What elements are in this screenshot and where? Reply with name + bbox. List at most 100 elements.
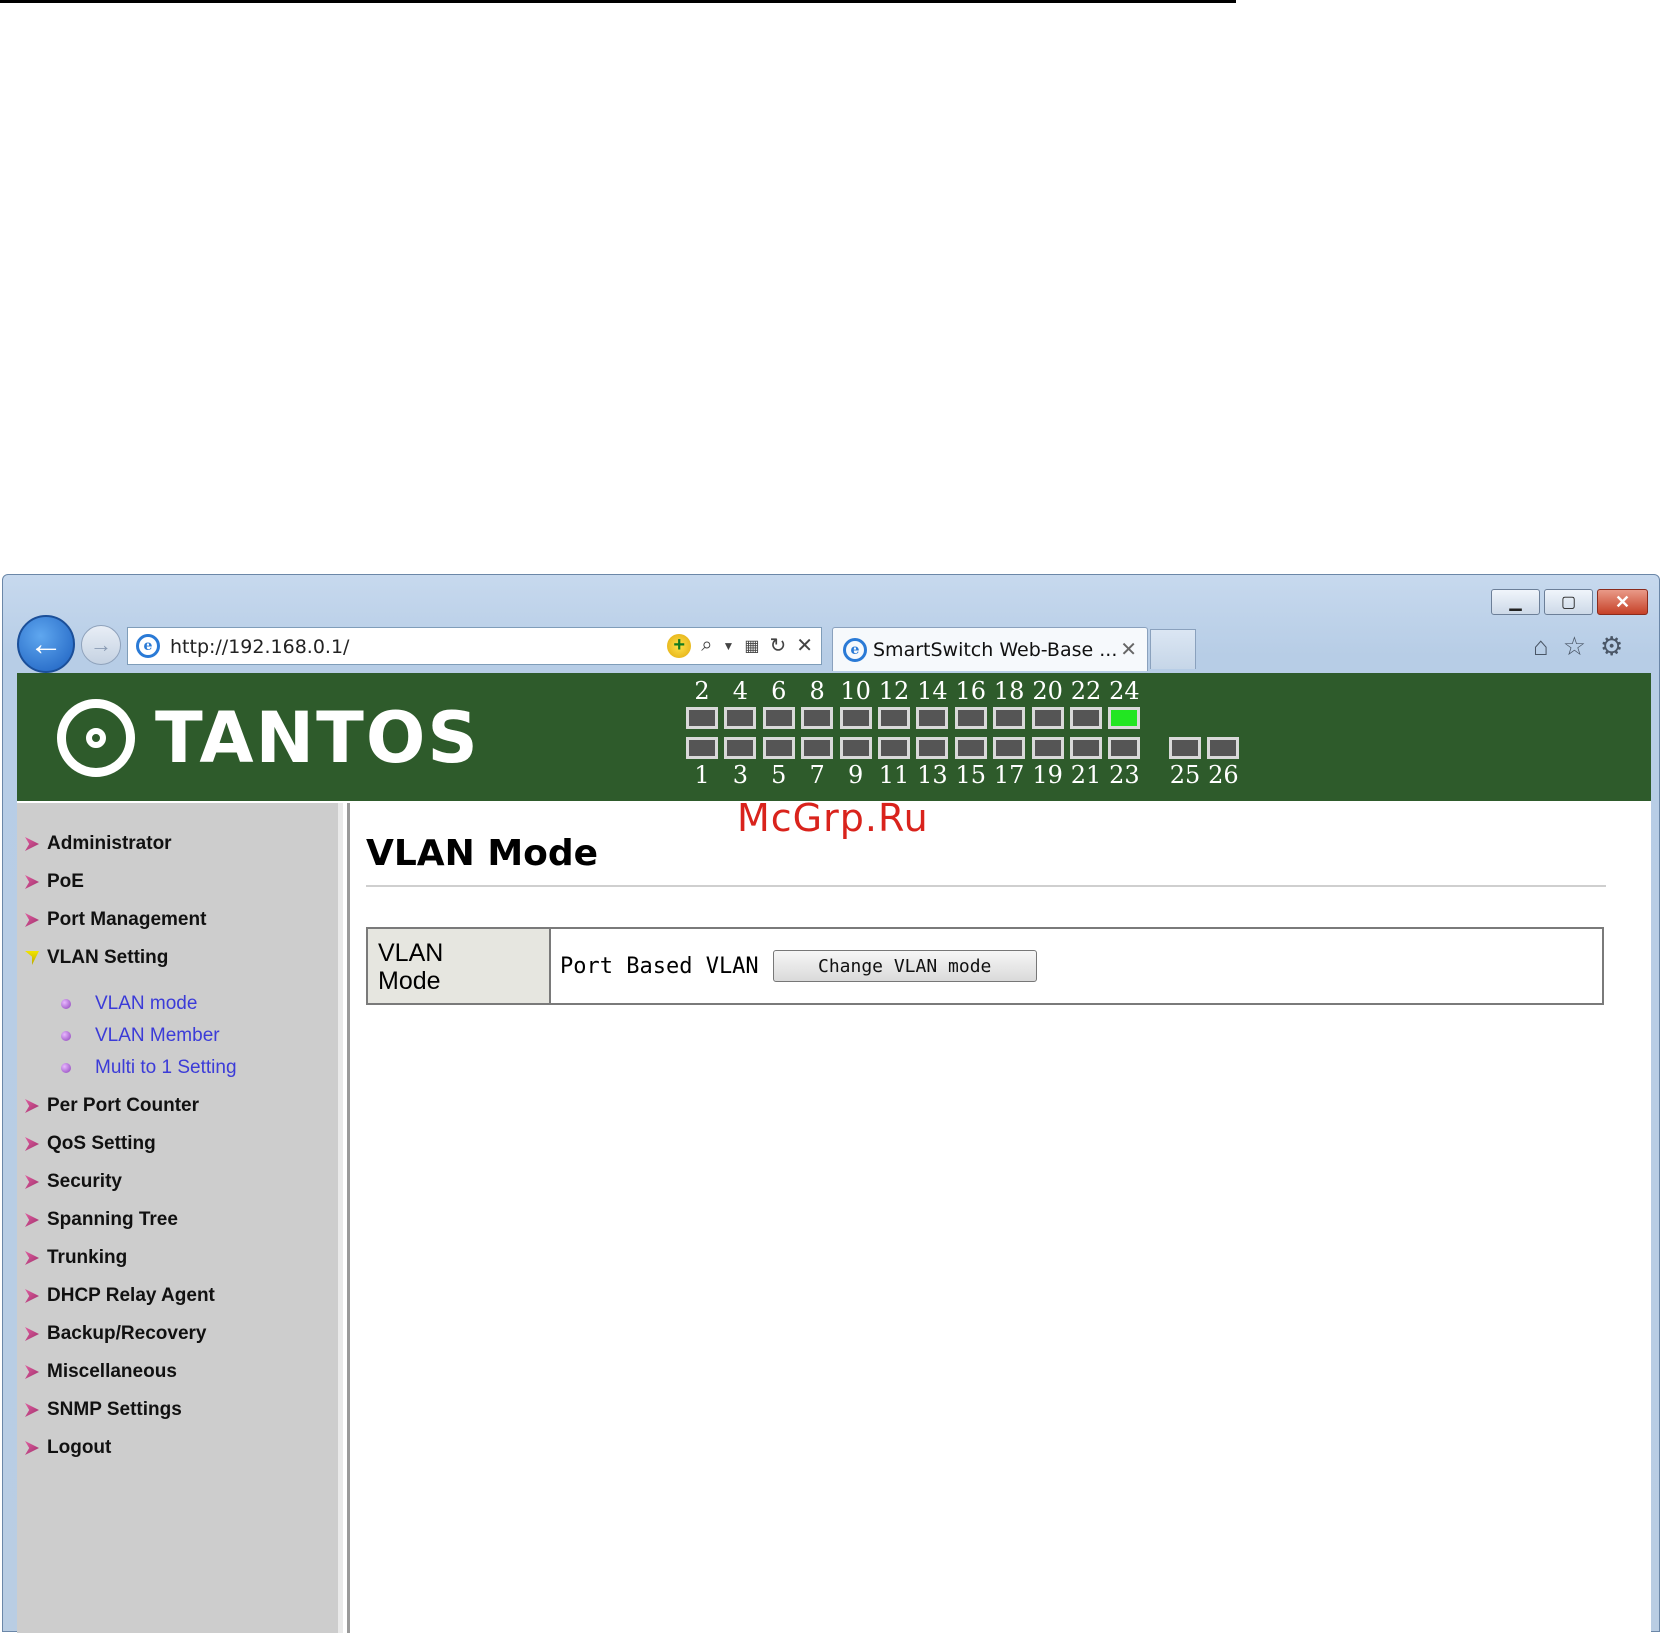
back-button[interactable]: ← xyxy=(17,615,75,673)
port-7-indicator[interactable] xyxy=(801,737,834,759)
browser-tab[interactable]: e SmartSwitch Web-Base ... ✕ xyxy=(832,627,1148,671)
vlan-mode-value: Port Based VLAN xyxy=(560,953,759,979)
port-2-indicator[interactable] xyxy=(686,707,718,729)
ie-tab-icon: e xyxy=(843,638,867,662)
sidebar-item-dhcp-relay-agent[interactable]: DHCP Relay Agent xyxy=(25,1285,215,1307)
sidebar-item-poe[interactable]: PoE xyxy=(25,871,84,893)
port-11-indicator[interactable] xyxy=(878,737,910,759)
watermark: McGrp.Ru xyxy=(737,796,929,840)
stop-icon[interactable]: ✕ xyxy=(796,633,813,658)
port-9-indicator[interactable] xyxy=(839,737,872,759)
arrow-icon xyxy=(25,875,39,889)
arrow-icon xyxy=(25,1137,39,1151)
sidebar-item-label: Per Port Counter xyxy=(47,1095,200,1116)
port-19-indicator[interactable] xyxy=(1031,737,1064,759)
sidebar-item-port-management[interactable]: Port Management xyxy=(25,909,206,931)
port-12-indicator[interactable] xyxy=(878,707,910,729)
port-4-indicator[interactable] xyxy=(724,707,757,729)
bullet-icon xyxy=(61,999,71,1009)
dropdown-icon[interactable]: ▼ xyxy=(722,639,734,653)
minimize-button[interactable]: ▁ xyxy=(1491,589,1540,615)
port-26-indicator[interactable] xyxy=(1207,737,1240,759)
sidebar-item-label: VLAN Setting xyxy=(47,947,169,968)
sidebar-item-snmp-settings[interactable]: SNMP Settings xyxy=(25,1399,182,1421)
sidebar-subitem-label: VLAN Member xyxy=(95,1025,220,1046)
port-19-label: 19 xyxy=(1032,761,1063,789)
port-24-indicator[interactable] xyxy=(1108,707,1141,729)
forward-button[interactable]: → xyxy=(81,625,121,665)
maximize-button[interactable]: ▢ xyxy=(1544,589,1593,615)
ie-page-icon: e xyxy=(136,634,160,658)
sidebar-item-trunking[interactable]: Trunking xyxy=(25,1247,127,1269)
port-14-label: 14 xyxy=(917,677,948,705)
sidebar-item-miscellaneous[interactable]: Miscellaneous xyxy=(25,1361,177,1383)
sidebar-subitem-vlan-member[interactable]: VLAN Member xyxy=(61,1025,220,1047)
address-url[interactable]: http://192.168.0.1/ xyxy=(170,636,349,658)
compat-view-icon[interactable]: ▦ xyxy=(744,636,759,656)
sidebar-subitem-label: VLAN mode xyxy=(95,993,198,1014)
sidebar-item-label: PoE xyxy=(47,871,84,892)
port-8-indicator[interactable] xyxy=(801,707,834,729)
sidebar-item-administrator[interactable]: Administrator xyxy=(25,833,172,855)
port-20-label: 20 xyxy=(1032,677,1063,705)
sidebar-item-spanning-tree[interactable]: Spanning Tree xyxy=(25,1209,178,1231)
sidebar-item-label: Administrator xyxy=(47,833,172,854)
sidebar-item-security[interactable]: Security xyxy=(25,1171,122,1193)
sidebar-item-label: Logout xyxy=(47,1437,112,1458)
address-bar[interactable]: e http://192.168.0.1/ + ⌕ ▼ ▦ ↻ ✕ xyxy=(127,627,822,665)
port-22-indicator[interactable] xyxy=(1070,707,1102,729)
close-icon: ✕ xyxy=(1614,591,1631,612)
bullet-icon xyxy=(61,1031,71,1041)
sidebar-item-per-port-counter[interactable]: Per Port Counter xyxy=(25,1095,199,1117)
port-4-label: 4 xyxy=(732,677,749,705)
port-25-label: 25 xyxy=(1169,761,1201,789)
sidebar-item-label: QoS Setting xyxy=(47,1133,156,1154)
port-3-indicator[interactable] xyxy=(724,737,757,759)
port-22-label: 22 xyxy=(1070,677,1102,705)
port-13-indicator[interactable] xyxy=(916,737,949,759)
port-10-indicator[interactable] xyxy=(839,707,872,729)
port-9-label: 9 xyxy=(847,761,864,789)
port-5-indicator[interactable] xyxy=(762,737,795,759)
port-14-indicator[interactable] xyxy=(916,707,949,729)
port-7-label: 7 xyxy=(809,761,825,789)
gear-icon[interactable]: ⚙ xyxy=(1600,631,1623,662)
port-6-indicator[interactable] xyxy=(762,707,795,729)
sidebar-item-backup-recovery[interactable]: Backup/Recovery xyxy=(25,1323,206,1345)
favorites-star-icon[interactable]: ☆ xyxy=(1563,631,1586,662)
top-rule xyxy=(0,0,1236,3)
port-16-indicator[interactable] xyxy=(954,707,987,729)
close-window-button[interactable]: ✕ xyxy=(1597,589,1648,615)
port-13-label: 13 xyxy=(917,761,948,789)
port-2-label: 2 xyxy=(694,677,710,705)
sidebar-item-vlan-setting[interactable]: VLAN Setting xyxy=(25,947,168,969)
arrow-icon xyxy=(25,913,39,927)
refresh-icon[interactable]: ↻ xyxy=(769,633,786,658)
arrow-icon xyxy=(25,1365,39,1379)
tab-close-icon[interactable]: ✕ xyxy=(1120,637,1137,662)
port-25-indicator[interactable] xyxy=(1169,737,1201,759)
port-17-indicator[interactable] xyxy=(993,737,1026,759)
port-18-indicator[interactable] xyxy=(993,707,1026,729)
arrow-icon xyxy=(25,1403,39,1417)
tab-title: SmartSwitch Web-Base ... xyxy=(873,639,1118,661)
sidebar-item-qos-setting[interactable]: QoS Setting xyxy=(25,1133,156,1155)
port-23-indicator[interactable] xyxy=(1108,737,1141,759)
port-20-indicator[interactable] xyxy=(1031,707,1064,729)
sidebar-item-label: Spanning Tree xyxy=(47,1209,178,1230)
maximize-icon: ▢ xyxy=(1560,594,1577,611)
home-icon[interactable]: ⌂ xyxy=(1533,631,1549,662)
port-21-indicator[interactable] xyxy=(1070,737,1102,759)
search-icon[interactable]: ⌕ xyxy=(701,634,712,657)
sidebar-subitem-vlan-mode[interactable]: VLAN mode xyxy=(61,993,197,1015)
sidebar-item-label: DHCP Relay Agent xyxy=(47,1285,215,1306)
sidebar-subitem-multi-to-1-setting[interactable]: Multi to 1 Setting xyxy=(61,1057,237,1079)
port-15-indicator[interactable] xyxy=(954,737,987,759)
new-tab-button[interactable] xyxy=(1150,629,1196,669)
port-1-indicator[interactable] xyxy=(686,737,718,759)
sidebar-item-logout[interactable]: Logout xyxy=(25,1437,111,1459)
change-vlan-mode-button[interactable]: Change VLAN mode xyxy=(772,950,1037,982)
compatibility-icon[interactable]: + xyxy=(667,633,692,658)
address-tools: + ⌕ ▼ ▦ ↻ ✕ xyxy=(667,633,813,658)
sidebar-item-label: Miscellaneous xyxy=(47,1361,177,1382)
